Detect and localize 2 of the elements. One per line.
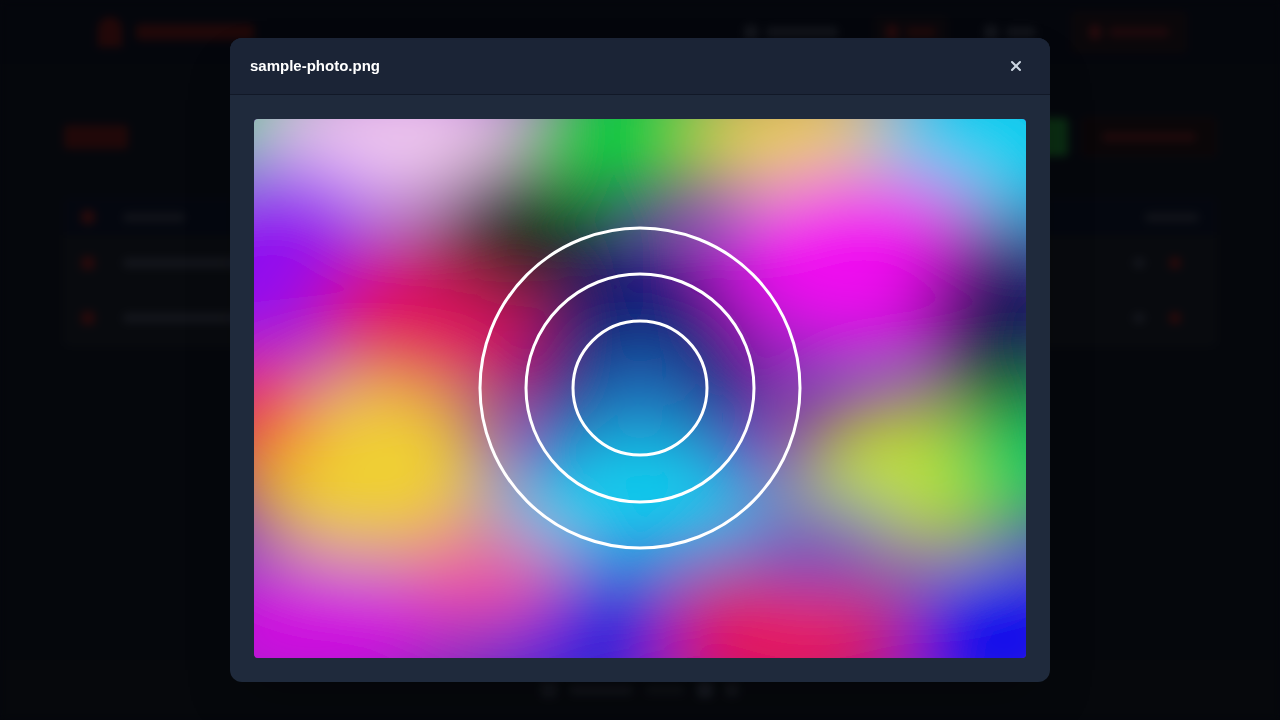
dialog-title: sample-photo.png (250, 55, 380, 76)
close-icon (1008, 58, 1024, 74)
